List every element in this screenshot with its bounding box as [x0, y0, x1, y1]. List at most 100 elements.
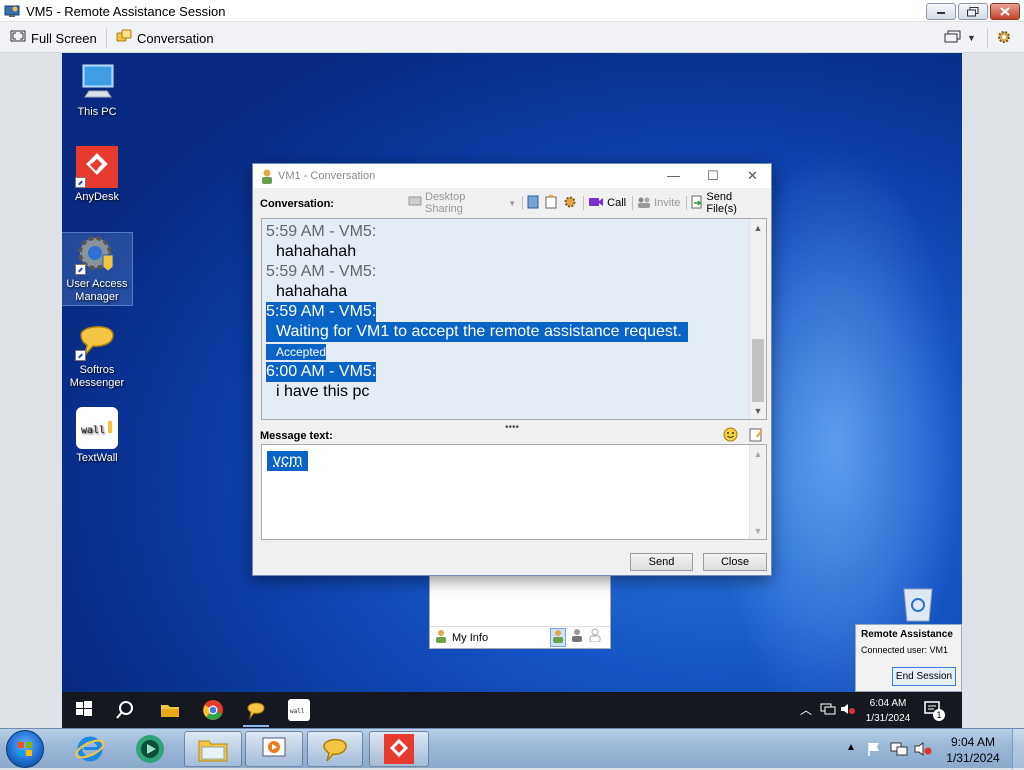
formatting-icon[interactable]: [749, 427, 764, 445]
shortcut-arrow-icon: [75, 350, 86, 361]
host-time: 9:04 AM: [950, 735, 996, 749]
desktop-sharing-label: Desktop Sharing: [425, 191, 466, 215]
toolbar-divider: [686, 196, 688, 210]
conversation-label: Conversation:: [260, 198, 334, 210]
search-icon[interactable]: [114, 699, 136, 721]
connected-user: Connected user: VM1: [861, 645, 949, 655]
close-icon[interactable]: ✕: [747, 168, 758, 184]
file-explorer-icon[interactable]: [159, 699, 181, 721]
gear-icon: [563, 195, 577, 212]
anydesk-host-button[interactable]: [369, 731, 429, 767]
call-label: Call: [607, 197, 627, 209]
invite-label: Invite: [654, 197, 681, 209]
message-text: hahahaha: [276, 283, 348, 300]
conversation-toolbar: Desktop Sharing ▼ Call Invite Send File(…: [408, 191, 771, 215]
settings-button[interactable]: [995, 28, 1013, 48]
chevron-down-icon: ▼: [967, 33, 976, 43]
notes-button[interactable]: [545, 194, 557, 212]
monitor-icon: [944, 30, 962, 47]
restore-button[interactable]: [958, 3, 988, 20]
user-access-manager-icon: [75, 233, 119, 275]
remote-clock[interactable]: 6:04 AM 1/31/2024: [860, 696, 916, 726]
message-input[interactable]: vcm ▲ ▼: [261, 444, 767, 540]
show-desktop-button[interactable]: [1012, 729, 1024, 769]
volume-muted-icon[interactable]: [840, 702, 856, 719]
toolbar-divider: [522, 196, 524, 210]
conversation-button[interactable]: Conversation: [116, 28, 214, 48]
textwall-taskbar-icon[interactable]: wall: [288, 699, 310, 721]
desktop-icon-textwall[interactable]: wall TextWall: [62, 407, 132, 465]
chevron-up-icon[interactable]: ︿: [800, 701, 812, 718]
desktop-icon-user-access-manager[interactable]: User Access Manager: [62, 232, 133, 306]
conversation-scrollbar[interactable]: ▲ ▼: [749, 219, 766, 419]
action-center-flag-icon[interactable]: [866, 741, 882, 760]
scroll-down-icon[interactable]: ▼: [750, 402, 766, 419]
recycle-bin-icon[interactable]: [900, 583, 936, 623]
message-scrollbar[interactable]: ▲ ▼: [749, 445, 766, 539]
history-button[interactable]: [527, 195, 539, 212]
send-files-button[interactable]: Send File(s): [691, 191, 765, 215]
desktop-sharing-button[interactable]: Desktop Sharing ▼: [408, 191, 516, 215]
shortcut-arrow-icon: [75, 264, 86, 275]
desktop-icon-this-pc[interactable]: This PC: [62, 61, 132, 119]
notification-icon[interactable]: 1: [924, 700, 945, 721]
message-header: 5:59 AM - VM5:: [266, 263, 377, 280]
display-options-button[interactable]: ▼: [944, 28, 976, 48]
computer-icon: [75, 61, 119, 103]
host-clock[interactable]: 9:04 AM 1/31/2024: [938, 734, 1008, 766]
windows-orb-icon[interactable]: [6, 730, 44, 768]
windows-start-icon[interactable]: [74, 699, 96, 721]
settings-button[interactable]: [563, 195, 577, 212]
emoji-icon[interactable]: [723, 427, 738, 445]
book-icon: [527, 195, 539, 212]
close-button[interactable]: [990, 3, 1020, 20]
minimize-button[interactable]: [926, 3, 956, 20]
media-player-icon[interactable]: [126, 731, 174, 767]
toolbar-divider: [987, 28, 988, 48]
desktop-icon-softros-messenger[interactable]: Softros Messenger: [62, 319, 132, 390]
status-offline-icon[interactable]: [588, 628, 602, 647]
splitter-handle[interactable]: ••••: [505, 422, 519, 433]
chrome-icon[interactable]: [202, 699, 224, 721]
desktop-icon-anydesk[interactable]: AnyDesk: [62, 146, 132, 204]
message-item: 5:59 AM - VM5: Waiting for VM1 to accept…: [266, 302, 751, 362]
message-text: Waiting for VM1 to accept the remote ass…: [266, 322, 688, 342]
scroll-thumb[interactable]: [752, 339, 764, 402]
tray-chevron-icon[interactable]: ▲: [846, 742, 856, 753]
call-button[interactable]: Call: [588, 196, 626, 211]
scroll-up-icon[interactable]: ▲: [750, 445, 766, 462]
desktop-icon-label: AnyDesk: [74, 191, 120, 203]
conversation-history[interactable]: 5:59 AM - VM5: hahahahah 5:59 AM - VM5: …: [261, 218, 767, 420]
internet-explorer-icon[interactable]: [66, 731, 114, 767]
end-session-button[interactable]: End Session: [892, 667, 956, 686]
conversation-window: VM1 - Conversation — ☐ ✕ Conversation: D…: [252, 163, 772, 576]
my-info-panel: My Info: [429, 575, 611, 649]
desktop-icon-label: Softros Messenger: [69, 364, 125, 389]
scroll-down-icon[interactable]: ▼: [750, 522, 766, 539]
message-text: hahahahah: [276, 243, 357, 260]
status-away-icon[interactable]: [570, 628, 584, 647]
volume-muted-icon[interactable]: [914, 741, 932, 760]
remote-desktop[interactable]: This PC AnyDesk User Access Manager Soft…: [62, 53, 962, 728]
message-text-label: Message text:: [260, 430, 333, 442]
my-info-label[interactable]: My Info: [452, 632, 488, 644]
conversation-close-button[interactable]: Close: [703, 553, 767, 571]
scroll-up-icon[interactable]: ▲: [750, 219, 766, 236]
send-button[interactable]: Send: [630, 553, 693, 571]
invite-button[interactable]: Invite: [637, 196, 680, 211]
status-online-icon[interactable]: [550, 628, 566, 647]
desktop-sharing-icon: [408, 196, 422, 211]
maximize-icon[interactable]: ☐: [707, 168, 719, 184]
speech-bubble-icon: [75, 319, 119, 361]
softros-messenger-taskbar-icon[interactable]: [243, 699, 269, 727]
minimize-icon[interactable]: —: [667, 168, 680, 183]
remote-assistance-taskbar-button[interactable]: [245, 731, 303, 767]
chevron-down-icon: ▼: [508, 198, 517, 208]
network-icon[interactable]: [820, 702, 836, 719]
users-icon: [637, 196, 651, 211]
host-date: 1/31/2024: [946, 751, 1000, 765]
softros-messenger-host-button[interactable]: [307, 731, 363, 767]
full-screen-button[interactable]: Full Screen: [10, 28, 97, 48]
network-icon[interactable]: [890, 741, 908, 760]
windows-explorer-taskbar-button[interactable]: [184, 731, 242, 767]
